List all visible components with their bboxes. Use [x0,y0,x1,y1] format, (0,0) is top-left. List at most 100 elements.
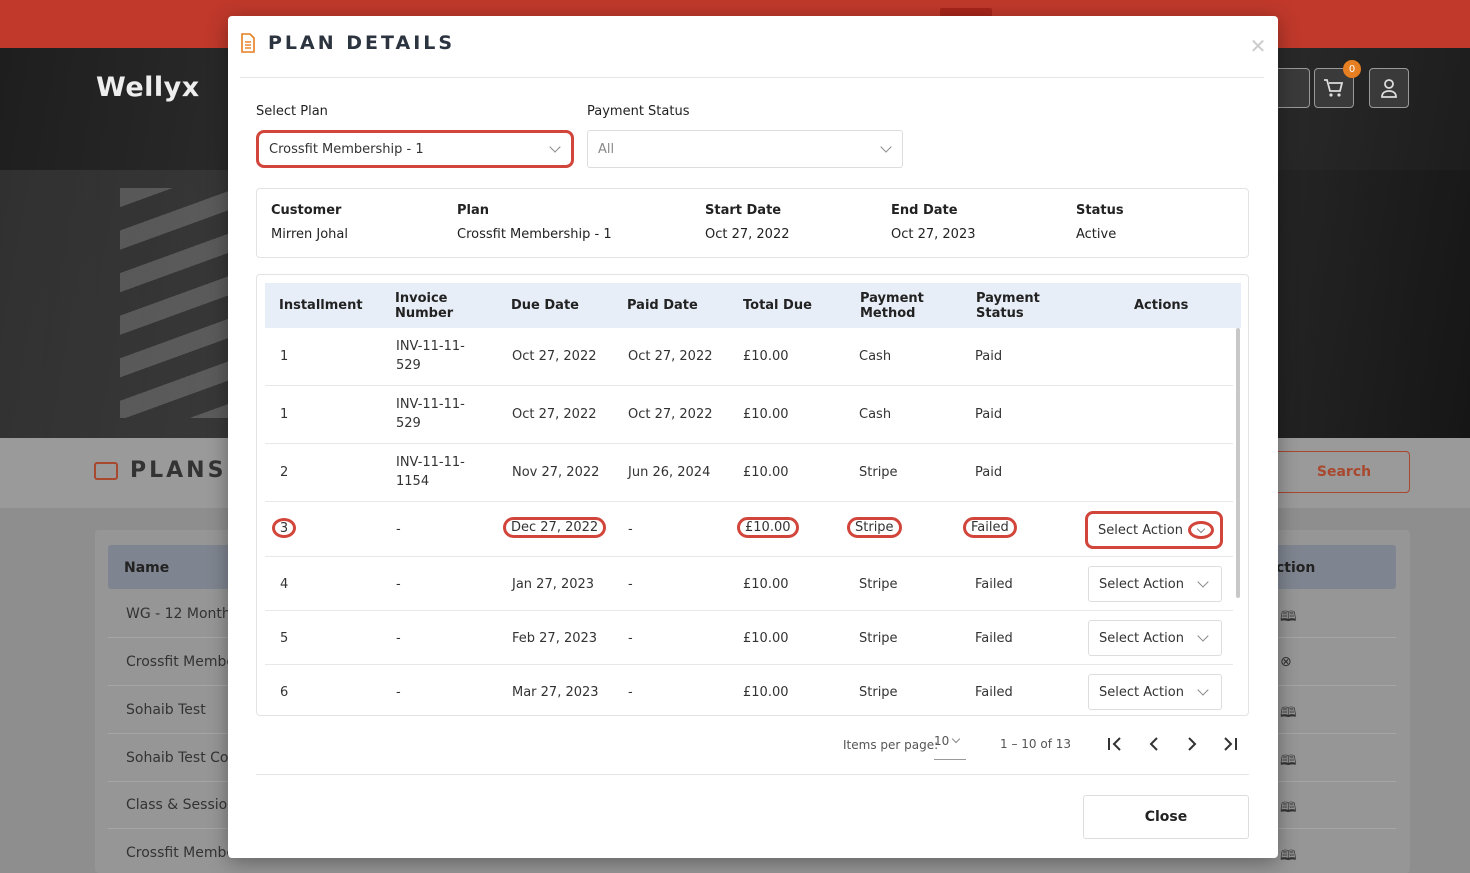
select-action-dropdown[interactable]: Select Action [1088,620,1222,656]
plans-header-action: ction [1276,560,1316,576]
payment-status-value: All [598,141,615,157]
modal-header: PLAN DETAILS [240,32,455,54]
last-page-button[interactable] [1218,734,1242,756]
cell-total-due: £10.00 [743,631,789,646]
close-icon[interactable]: ✕ [1248,36,1268,56]
plans-row-name: Class & Session [126,797,237,813]
col-due-date: Due Date [511,298,579,313]
profile-button[interactable] [1369,68,1409,108]
summary-value: Active [1076,227,1117,242]
summary-end-date: End Date Oct 27, 2023 [891,203,976,242]
select-action-dropdown[interactable]: Select Action [1088,674,1222,710]
cell-total-due: £10.00 [743,349,789,364]
close-button[interactable]: Close [1083,795,1249,839]
chevron-left-icon [1149,737,1158,751]
cell-invoice: - [396,577,401,592]
first-page-button[interactable] [1103,734,1127,756]
cell-invoice-line1: INV-11-11- [396,339,465,354]
cell-due-date: Mar 27, 2023 [512,685,599,700]
book-icon[interactable]: 🕮 [1280,797,1297,821]
summary-label: End Date [891,203,958,218]
book-icon[interactable]: 🕮 [1280,750,1297,774]
col-status-line1: Payment [976,291,1040,306]
cell-installment: 1 [280,407,289,422]
cell-paid-date: Oct 27, 2022 [628,349,713,364]
cell-paid-date: - [628,577,633,592]
items-per-page-select[interactable]: 10 [934,734,966,760]
next-page-button[interactable] [1180,734,1204,756]
payment-method-highlight: Stripe [847,517,902,538]
cell-invoice: - [396,685,401,700]
summary-status: Status Active [1076,203,1124,242]
cell-invoice-line1: INV-11-11- [396,455,465,470]
table-row: 5 - Feb 27, 2023 - £10.00 Stripe Failed … [265,611,1233,665]
summary-value: Oct 27, 2022 [705,227,790,242]
plan-summary: Customer Mirren Johal Plan Crossfit Memb… [256,188,1249,258]
summary-value: Crossfit Membership - 1 [457,227,612,242]
book-icon[interactable]: 🕮 [1280,606,1297,630]
summary-plan: Plan Crossfit Membership - 1 [457,203,612,242]
col-total-due: Total Due [743,298,812,313]
cell-invoice-line2: 529 [396,416,421,431]
cell-installment: 1 [280,349,289,364]
cell-paid-date: - [628,522,633,537]
col-installment: Installment [279,298,363,313]
cell-payment-status: Paid [975,349,1003,364]
table-row: 1 INV-11-11- 529 Oct 27, 2022 Oct 27, 20… [265,328,1233,386]
due-date-highlight: Dec 27, 2022 [503,517,607,538]
summary-value: Mirren Johal [271,227,348,242]
table-scrollbar[interactable] [1236,328,1240,598]
cell-payment-status: Failed [975,631,1013,646]
header-divider [240,77,1264,78]
plans-row-name: Sohaib Test Cop [126,750,238,766]
select-action-label: Select Action [1099,630,1184,646]
chevron-down-icon [549,141,561,153]
col-actions: Actions [1134,298,1189,313]
select-plan-dropdown[interactable]: Crossfit Membership - 1 [256,130,574,168]
col-payment-status: Payment Status [976,291,1040,321]
cell-payment-status: Failed [975,685,1013,700]
book-icon[interactable]: 🕮 [1280,702,1297,726]
cell-invoice-line1: INV-11-11- [396,397,465,412]
select-plan-value: Crossfit Membership - 1 [269,141,424,157]
payment-status-dropdown[interactable]: All [587,130,903,168]
select-action-dropdown[interactable]: Select Action [1085,511,1223,549]
cell-due-date: Oct 27, 2022 [512,349,597,364]
items-per-page-label: Items per page: [843,738,939,752]
select-action-label: Select Action [1099,576,1184,592]
cell-paid-date: - [628,631,633,646]
cell-installment: 6 [280,685,289,700]
plans-title: PLANS [94,458,226,483]
plans-header-name: Name [124,560,170,576]
plans-row-name: Crossfit Membe [126,845,235,861]
chevron-down-icon[interactable] [1188,521,1214,539]
chevron-down-icon [1197,630,1209,642]
cell-invoice-line2: 529 [396,358,421,373]
plans-row-name: Crossfit Member [126,654,241,670]
id-card-icon [94,461,118,480]
payment-status-highlight: Failed [963,517,1017,538]
cell-paid-date: Oct 27, 2022 [628,407,713,422]
select-action-dropdown[interactable]: Select Action [1088,566,1222,602]
cell-invoice: - [396,522,401,537]
summary-label: Customer [271,203,342,218]
cell-total-due: £10.00 [743,407,789,422]
installments-table: Installment Invoice Number Due Date Paid… [256,274,1249,716]
cancel-icon[interactable]: ⊗ [1280,654,1292,670]
col-method-line1: Payment [860,291,924,306]
previous-page-button[interactable] [1142,734,1166,756]
book-icon[interactable]: 🕮 [1280,845,1297,869]
app-logo[interactable]: Wellyx [96,72,200,103]
cell-payment-method: Stripe [859,631,898,646]
cell-total-due: £10.00 [743,685,789,700]
table-header: Installment Invoice Number Due Date Paid… [265,283,1241,328]
plans-row-name: Sohaib Test [126,702,206,718]
search-button[interactable]: Search [1258,451,1410,493]
cell-total-due: £10.00 [737,517,799,538]
cell-installment: 5 [280,631,289,646]
chevron-down-icon [1197,684,1209,696]
cell-invoice-line2: 1154 [396,474,430,489]
cell-payment-method: Cash [859,349,892,364]
table-row: 6 - Mar 27, 2023 - £10.00 Stripe Failed … [265,665,1233,715]
cell-total-due: £10.00 [743,577,789,592]
